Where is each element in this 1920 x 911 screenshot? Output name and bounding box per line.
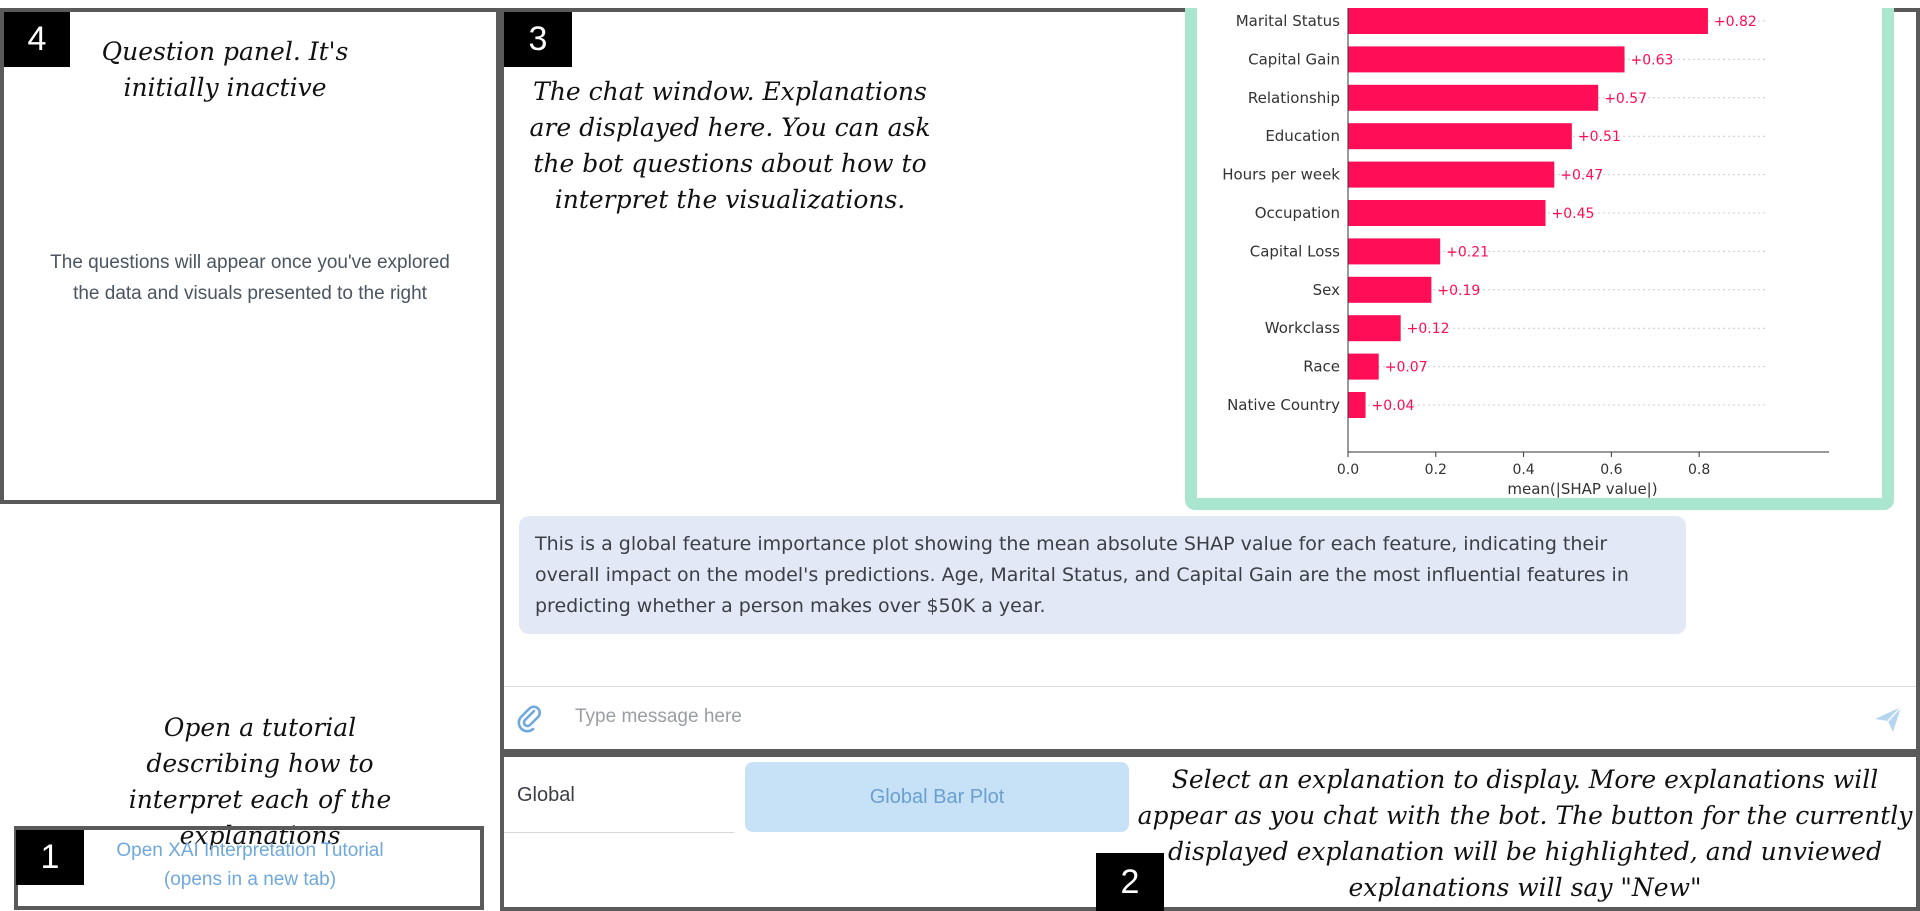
tutorial-link[interactable]: Open XAI Interpretation Tutorial (opens … [80, 836, 420, 894]
chart-category-label: Relationship [1248, 89, 1340, 107]
chart-category-label: Workclass [1265, 319, 1340, 337]
chart-category-label: Education [1265, 127, 1340, 145]
chart-bar [1348, 84, 1599, 111]
badge-chat-window: 3 [504, 12, 572, 67]
chat-window-annotation: The chat window. Explanations are displa… [529, 77, 931, 214]
chart-bar [1348, 200, 1546, 226]
chart-x-tick-label: 0.4 [1512, 462, 1534, 478]
chart-card-inner: Marital Status +0.82 Capital Gain +0.63 Rela… [1197, 8, 1882, 498]
chart-category-label: Marital Status [1236, 12, 1340, 30]
chart-value-label: +0.82 [1714, 14, 1757, 30]
chart-x-tick-label: 0.0 [1337, 462, 1359, 478]
chart-category-label: Capital Loss [1250, 242, 1340, 260]
chart-value-label: +0.12 [1407, 321, 1450, 337]
chart-bar [1348, 276, 1432, 303]
question-placeholder-line1: The questions will appear once you've ex… [50, 252, 450, 273]
chart-value-label: +0.19 [1437, 283, 1480, 299]
paperclip-icon[interactable] [515, 703, 545, 733]
send-icon[interactable] [1872, 703, 1904, 735]
tutorial-link-line1[interactable]: Open XAI Interpretation Tutorial [80, 836, 420, 865]
message-input[interactable]: Type message here [575, 706, 1775, 732]
chart-bar [1348, 161, 1555, 188]
question-placeholder-line2: the data and visuals presented to the ri… [73, 283, 427, 304]
chart-category-label: Capital Gain [1248, 50, 1340, 68]
chart-value-label: +0.51 [1578, 129, 1621, 145]
explanation-selector-annotation: Select an explanation to display. More e… [1137, 765, 1913, 902]
chart-category-label: Occupation [1255, 204, 1340, 222]
explanation-category-label: Global [517, 784, 575, 806]
global-bar-plot-button[interactable]: Global Bar Plot [745, 762, 1129, 832]
bot-message: This is a global feature importance plot… [519, 516, 1686, 634]
chart-value-label: +0.07 [1385, 360, 1428, 376]
question-panel-annotation: Question panel. It's initially inactive [101, 37, 349, 102]
chart-value-label: +0.57 [1604, 91, 1647, 107]
chart-bar [1348, 46, 1625, 73]
question-placeholder: The questions will appear once you've ex… [10, 247, 490, 309]
chart-bar [1348, 392, 1366, 418]
chart-value-label: +0.47 [1560, 168, 1603, 184]
chart-bar [1348, 353, 1379, 380]
badge-question-panel: 4 [4, 12, 70, 67]
chart-category-label: Hours per week [1222, 166, 1340, 184]
chart-card: Marital Status +0.82 Capital Gain +0.63 Rela… [1185, 8, 1894, 510]
chart-bar [1348, 123, 1572, 150]
chart-value-label: +0.45 [1552, 206, 1595, 222]
category-underline [504, 832, 734, 833]
badge-tutorial: 1 [16, 830, 84, 885]
chart-value-label: +0.21 [1446, 244, 1489, 260]
chart-bar [1348, 238, 1441, 265]
chart-x-tick-label: 0.6 [1600, 462, 1622, 478]
chart-x-tick-label: 0.2 [1425, 462, 1447, 478]
tutorial-link-line2[interactable]: (opens in a new tab) [80, 865, 420, 894]
chart-category-label: Sex [1313, 281, 1340, 299]
chart-bar [1348, 8, 1708, 34]
chart-value-label: +0.04 [1372, 398, 1415, 414]
badge-explanation-selector: 2 [1096, 853, 1164, 911]
chart-category-label: Race [1303, 358, 1340, 376]
chart-category-label: Native Country [1227, 396, 1340, 414]
shap-bar-chart: Marital Status +0.82 Capital Gain +0.63 Rela… [1222, 8, 1829, 498]
chart-value-label: +0.63 [1631, 52, 1674, 68]
chart-bar [1348, 315, 1401, 342]
chart-x-axis-label: mean(|SHAP value|) [1507, 480, 1657, 498]
chart-x-tick-label: 0.8 [1688, 462, 1710, 478]
